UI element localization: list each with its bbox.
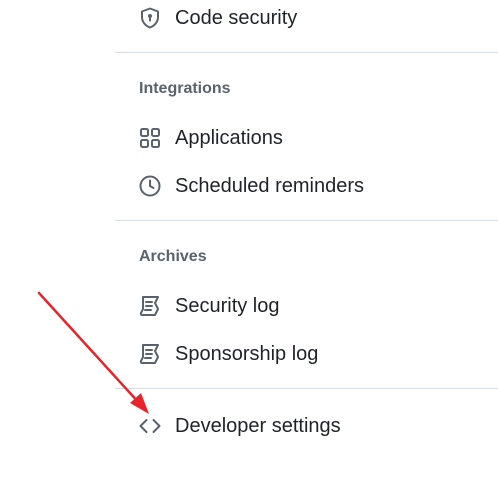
sidebar-item-sponsorship-log[interactable]: Sponsorship log: [138, 337, 318, 371]
section-divider: [115, 388, 498, 389]
apps-icon: [138, 126, 162, 150]
shield-lock-icon: [138, 6, 162, 30]
section-heading-archives: Archives: [139, 248, 207, 265]
section-heading-integrations: Integrations: [139, 80, 231, 97]
sidebar-item-developer-settings[interactable]: Developer settings: [138, 409, 341, 443]
section-divider: [115, 220, 498, 221]
log-icon: [138, 342, 162, 366]
sidebar-item-applications[interactable]: Applications: [138, 121, 283, 155]
sidebar-item-label: Scheduled reminders: [175, 174, 364, 197]
sidebar-item-security-log[interactable]: Security log: [138, 289, 280, 323]
sidebar-item-label: Security log: [175, 294, 280, 317]
sidebar-item-code-security[interactable]: Code security: [138, 1, 297, 35]
sidebar-item-scheduled-reminders[interactable]: Scheduled reminders: [138, 169, 364, 203]
settings-sidebar-nav: Code security Integrations Applications …: [0, 0, 498, 482]
code-icon: [138, 414, 162, 438]
sidebar-item-label: Developer settings: [175, 414, 341, 437]
sidebar-item-label: Sponsorship log: [175, 342, 319, 365]
sidebar-item-label: Code security: [175, 6, 298, 29]
sidebar-item-label: Applications: [175, 126, 283, 149]
log-icon: [138, 294, 162, 318]
section-divider: [115, 52, 498, 53]
clock-icon: [138, 174, 162, 198]
